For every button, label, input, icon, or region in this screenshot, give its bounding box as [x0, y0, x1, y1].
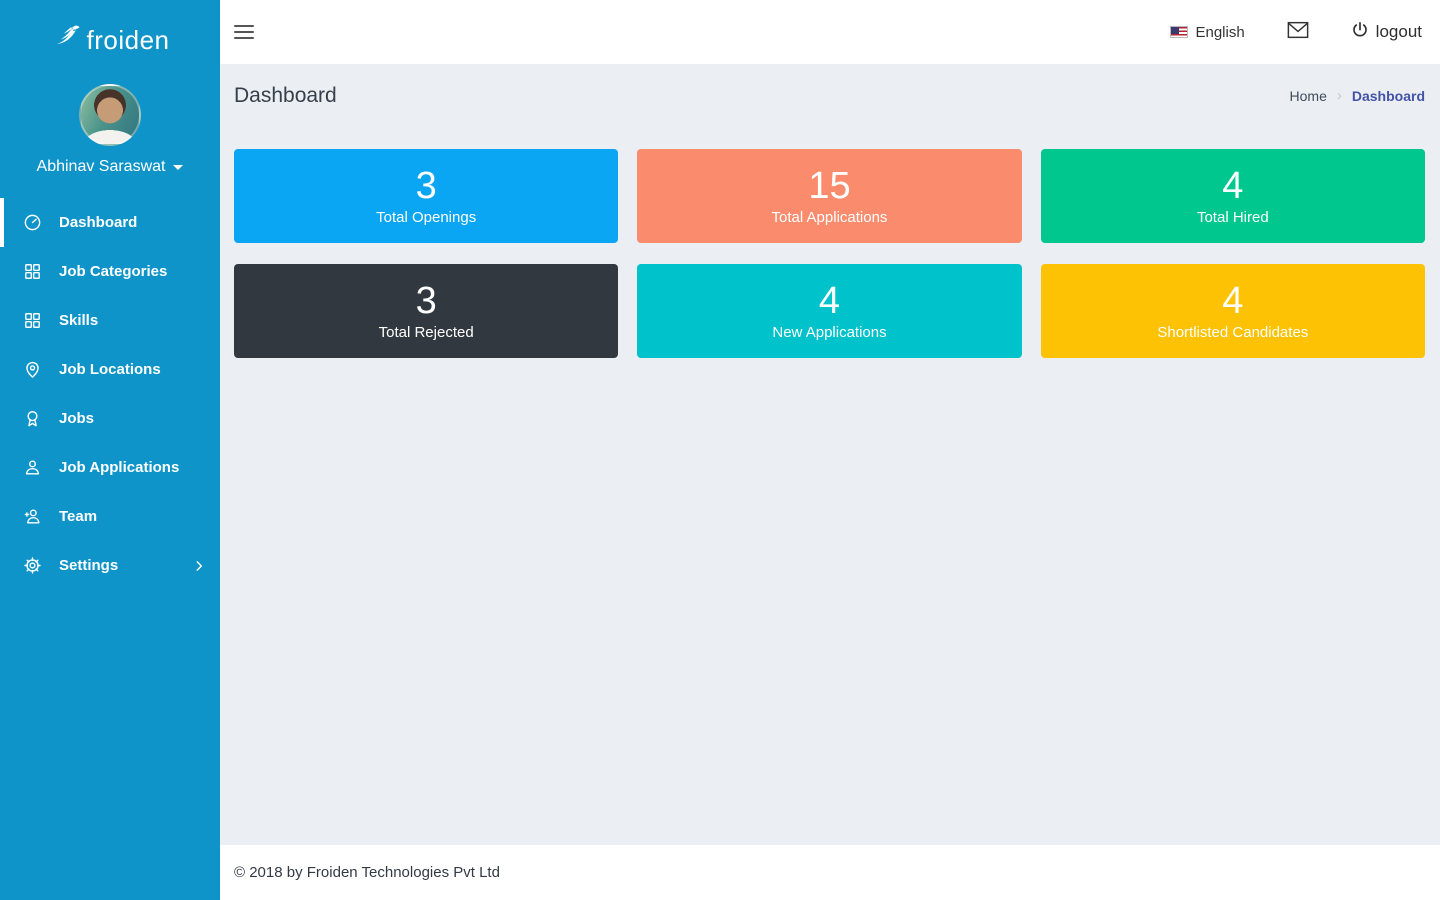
main-column: English logout Dashboard Home › Dashboar… [220, 0, 1440, 900]
sidebar-item-label: Dashboard [59, 214, 137, 231]
sidebar-item-job-locations[interactable]: Job Locations [0, 345, 220, 394]
map-pin-icon [23, 360, 42, 379]
stat-label: Total Hired [1197, 209, 1269, 226]
stat-value: 3 [416, 167, 437, 205]
stat-label: Total Applications [772, 209, 888, 226]
stat-label: New Applications [772, 324, 886, 341]
sidebar: froiden Abhinav Saraswat Dashboard Job C… [0, 0, 220, 900]
person-icon [23, 458, 42, 477]
sidebar-item-label: Job Locations [59, 361, 161, 378]
gauge-icon [23, 213, 42, 232]
user-name: Abhinav Saraswat [37, 158, 166, 176]
stat-value: 3 [416, 282, 437, 320]
logout-button[interactable]: logout [1351, 21, 1422, 44]
chevron-down-icon [173, 165, 183, 170]
breadcrumb: Home › Dashboard [1290, 87, 1425, 104]
stat-card-total-rejected: 3 Total Rejected [234, 264, 618, 358]
award-icon [23, 409, 42, 428]
sidebar-item-jobs[interactable]: Jobs [0, 394, 220, 443]
stat-card-total-openings: 3 Total Openings [234, 149, 618, 243]
gear-icon [23, 556, 42, 575]
logo-bird-icon [51, 23, 81, 58]
mail-icon [1287, 21, 1309, 44]
stat-card-total-hired: 4 Total Hired [1041, 149, 1425, 243]
sidebar-item-label: Team [59, 508, 97, 525]
stat-card-shortlisted-candidates: 4 Shortlisted Candidates [1041, 264, 1425, 358]
stat-label: Shortlisted Candidates [1157, 324, 1308, 341]
sidebar-item-job-applications[interactable]: Job Applications [0, 443, 220, 492]
mail-button[interactable] [1287, 21, 1309, 44]
sidebar-item-job-categories[interactable]: Job Categories [0, 247, 220, 296]
copyright-text: © 2018 by Froiden Technologies Pvt Ltd [234, 864, 500, 881]
stat-card-total-applications: 15 Total Applications [637, 149, 1021, 243]
stat-value: 15 [808, 167, 850, 205]
sidebar-menu: Dashboard Job Categories Skills Job Loca… [0, 198, 220, 590]
footer: © 2018 by Froiden Technologies Pvt Ltd [220, 845, 1440, 900]
topbar: English logout [220, 0, 1440, 64]
grid-icon [23, 311, 42, 330]
app-logo[interactable]: froiden [0, 0, 220, 64]
content-area: Dashboard Home › Dashboard 3 Total Openi… [220, 64, 1440, 845]
stat-cards: 3 Total Openings 15 Total Applications 4… [234, 149, 1425, 358]
stat-card-new-applications: 4 New Applications [637, 264, 1021, 358]
stat-value: 4 [819, 282, 840, 320]
stat-value: 4 [1222, 282, 1243, 320]
stat-label: Total Openings [376, 209, 476, 226]
sidebar-item-team[interactable]: Team [0, 492, 220, 541]
user-menu[interactable]: Abhinav Saraswat [37, 158, 184, 176]
hamburger-icon[interactable] [234, 25, 254, 39]
sidebar-item-label: Job Applications [59, 459, 179, 476]
grid-icon [23, 262, 42, 281]
breadcrumb-separator: › [1337, 87, 1342, 104]
sidebar-item-label: Settings [59, 557, 118, 574]
sidebar-item-label: Skills [59, 312, 98, 329]
language-label: English [1195, 24, 1244, 41]
sidebar-item-settings[interactable]: Settings [0, 541, 220, 590]
sidebar-item-dashboard[interactable]: Dashboard [0, 198, 220, 247]
user-avatar[interactable] [79, 84, 141, 146]
breadcrumb-home-link[interactable]: Home [1290, 88, 1327, 104]
chevron-right-icon [192, 559, 206, 573]
power-icon [1351, 21, 1369, 44]
sidebar-item-skills[interactable]: Skills [0, 296, 220, 345]
stat-label: Total Rejected [379, 324, 474, 341]
logo-text: froiden [87, 25, 170, 56]
page-title: Dashboard [234, 84, 337, 108]
person-plus-icon [23, 507, 42, 526]
sidebar-item-label: Job Categories [59, 263, 167, 280]
us-flag-icon [1170, 26, 1188, 38]
stat-value: 4 [1222, 167, 1243, 205]
sidebar-item-label: Jobs [59, 410, 94, 427]
language-selector[interactable]: English [1170, 24, 1244, 41]
logout-label: logout [1376, 22, 1422, 42]
breadcrumb-current: Dashboard [1352, 88, 1425, 104]
